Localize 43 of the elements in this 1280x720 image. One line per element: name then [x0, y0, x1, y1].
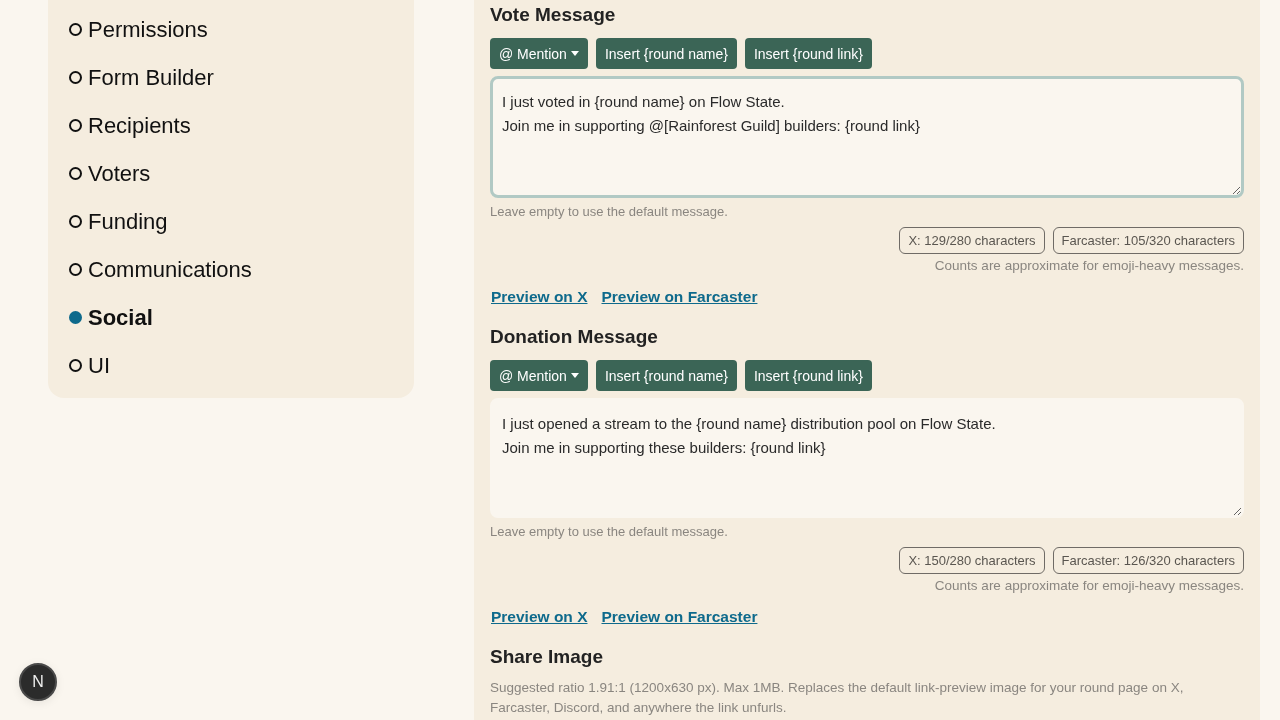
- ring-icon: [69, 118, 82, 132]
- character-count-badge: Farcaster: 126/320 characters: [1052, 547, 1244, 574]
- character-count-badge: Farcaster: 105/320 characters: [1052, 227, 1244, 254]
- insert-button[interactable]: Insert {round name}: [595, 360, 737, 391]
- section-title: Share Image: [490, 645, 604, 669]
- caret-icon: [570, 51, 579, 56]
- preview-link[interactable]: Preview on X: [491, 607, 588, 627]
- section-title: Vote Message: [490, 3, 617, 27]
- ring-icon: [69, 358, 82, 372]
- message-textarea[interactable]: I just opened a stream to the {round name} distribution pool on Flow State. Join me in supporting these builders: {round link}: [490, 398, 1244, 518]
- ring-icon: [69, 262, 82, 276]
- counts-note: Counts are approximate for emoji-heavy messages.: [933, 577, 1244, 595]
- preview-link[interactable]: Preview on X: [491, 287, 588, 307]
- mention-dropdown-button[interactable]: @ Mention: [490, 38, 588, 69]
- sidebar-item[interactable]: Funding: [48, 198, 168, 246]
- ring-icon: [69, 22, 82, 36]
- counts-note: Counts are approximate for emoji-heavy messages.: [933, 257, 1244, 275]
- insert-button[interactable]: Insert {round name}: [595, 38, 737, 69]
- sidebar-item[interactable]: Permissions: [48, 6, 208, 54]
- insert-button[interactable]: Insert {round link}: [744, 360, 872, 391]
- mention-dropdown-button[interactable]: @ Mention: [490, 360, 588, 391]
- ring-icon: [69, 214, 82, 228]
- sidebar-item[interactable]: Communications: [48, 246, 252, 294]
- preview-link[interactable]: Preview on Farcaster: [601, 287, 758, 307]
- helper-text: Leave empty to use the default message.: [490, 203, 729, 221]
- ring-icon: [69, 70, 82, 84]
- sidebar-item[interactable]: Form Builder: [48, 54, 214, 102]
- preview-link[interactable]: Preview on Farcaster: [601, 607, 758, 627]
- sidebar-item[interactable]: Voters: [48, 150, 151, 198]
- sidebar-item[interactable]: Social: [48, 294, 153, 342]
- section-description: Suggested ratio 1.91:1 (1200x630 px). Max 1MB. Replaces the default link-preview image for your round page on X, Farcaster, Discord, and anywhere the link unfurls.: [490, 679, 1185, 717]
- character-count-badge: X: 150/280 characters: [899, 547, 1045, 574]
- character-count-badge: X: 129/280 characters: [899, 227, 1045, 254]
- caret-icon: [570, 373, 579, 378]
- dev-tools-button[interactable]: N: [19, 663, 57, 701]
- ring-icon: [69, 166, 82, 180]
- helper-text: Leave empty to use the default message.: [490, 523, 729, 541]
- message-textarea[interactable]: I just voted in {round name} on Flow State. Join me in supporting @[Rainforest Guild] builders: {round link}: [490, 76, 1244, 198]
- insert-button[interactable]: Insert {round link}: [744, 38, 872, 69]
- section-title: Donation Message: [490, 325, 659, 349]
- filled-dot-icon: [69, 310, 82, 324]
- sidebar-item[interactable]: UI: [48, 342, 110, 390]
- sidebar-item[interactable]: Recipients: [48, 102, 191, 150]
